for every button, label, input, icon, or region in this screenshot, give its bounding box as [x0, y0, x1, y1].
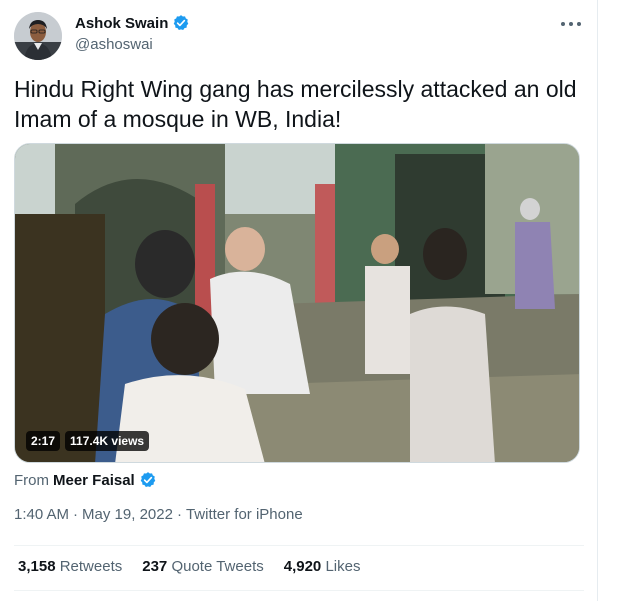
video-duration-badge: 2:17 [26, 431, 61, 451]
more-dot [569, 22, 573, 26]
likes-stat[interactable]: 4,920 Likes [284, 558, 361, 575]
more-dot [561, 22, 565, 26]
video-player[interactable]: 2:17 117.4K views [14, 143, 580, 463]
video-views-badge: 117.4K views [65, 431, 150, 451]
quote-tweets-stat[interactable]: 237 Quote Tweets [142, 558, 263, 575]
from-label: From [14, 471, 49, 489]
divider [14, 545, 584, 546]
verified-badge-icon [172, 14, 190, 32]
video-badges: 2:17 117.4K views [26, 431, 150, 451]
likes-label: Likes [325, 558, 361, 575]
divider [14, 590, 584, 591]
meta-separator: · [73, 506, 79, 523]
tweet-stats: 3,158 Retweets 237 Quote Tweets 4,920 Li… [18, 558, 360, 575]
quote-tweets-count: 237 [142, 558, 168, 575]
from-name-link[interactable]: Meer Faisal [53, 472, 135, 489]
avatar-image [14, 12, 62, 60]
tweet-time[interactable]: 1:40 AM [14, 506, 69, 523]
quote-tweets-label: Quote Tweets [171, 558, 264, 575]
media-attribution: From Meer Faisal [14, 471, 157, 489]
likes-count: 4,920 [283, 558, 322, 575]
tweet-detail: Ashok Swain @ashoswai Hindu Right Wing g… [0, 0, 597, 601]
retweets-count: 3,158 [18, 558, 56, 575]
tweet-meta: 1:40 AM · May 19, 2022 · Twitter for iPh… [14, 506, 303, 523]
retweets-label: Retweets [59, 558, 123, 575]
retweets-stat[interactable]: 3,158 Retweets [18, 558, 122, 575]
meta-separator: · [176, 506, 182, 523]
author-display-name[interactable]: Ashok Swain [75, 15, 168, 32]
tweet-text: Hindu Right Wing gang has mercilessly at… [14, 76, 577, 132]
tweet-date[interactable]: May 19, 2022 [82, 506, 173, 523]
verified-badge-icon [139, 471, 157, 489]
more-dot [577, 22, 581, 26]
video-frame [15, 144, 579, 462]
author-name-row[interactable]: Ashok Swain [75, 14, 190, 32]
avatar[interactable] [14, 12, 62, 60]
column-border [597, 0, 598, 601]
more-horizontal-icon[interactable] [561, 22, 581, 28]
tweet-source[interactable]: Twitter for iPhone [186, 506, 303, 523]
author-handle[interactable]: @ashoswai [75, 36, 153, 53]
